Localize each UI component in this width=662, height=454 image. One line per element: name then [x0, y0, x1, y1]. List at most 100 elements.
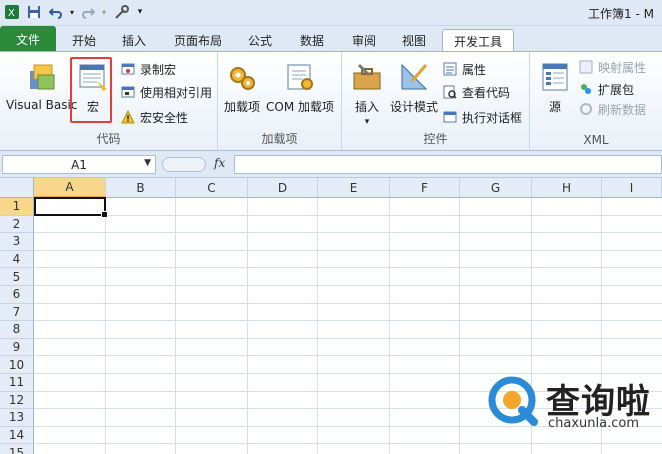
- row-header-14[interactable]: 14: [0, 426, 34, 445]
- macro-highlight-box: [70, 57, 112, 123]
- tab-page-layout[interactable]: 页面布局: [168, 29, 228, 52]
- group-addins: 加载项 COM 加载项 加载项: [218, 52, 342, 150]
- grid-vline: [105, 198, 106, 454]
- group-label-xml: XML: [583, 133, 609, 147]
- ribbon-tabs: 文件 开始 插入 页面布局 公式 数据 审阅 视图 开发工具: [0, 26, 662, 53]
- tab-view[interactable]: 视图: [394, 29, 434, 52]
- grid-hline: [34, 267, 662, 269]
- window-title: 工作簿1 - M: [588, 7, 654, 21]
- visual-basic-icon: [25, 60, 59, 94]
- map-properties-icon: [578, 59, 594, 75]
- selected-cell-a1[interactable]: [34, 197, 108, 218]
- grid-hline: [34, 320, 662, 322]
- undo-dropdown-icon[interactable]: ▾: [64, 4, 80, 20]
- relative-reference-button[interactable]: 使用相对引用: [120, 83, 212, 101]
- row-header-9[interactable]: 9: [0, 338, 34, 357]
- row-header-5[interactable]: 5: [0, 268, 34, 286]
- column-header-h[interactable]: H: [532, 178, 602, 198]
- tab-home[interactable]: 开始: [64, 29, 104, 52]
- row-header-15[interactable]: 15: [0, 444, 34, 454]
- xml-source-icon: [538, 60, 572, 94]
- watermark: 查询啦 chaxunla.com: [486, 370, 662, 442]
- row-header-2[interactable]: 2: [0, 215, 34, 234]
- watermark-logo-icon: [488, 376, 538, 426]
- insert-control-button[interactable]: 插入 ▾: [350, 60, 384, 127]
- name-box-dropdown-icon[interactable]: ▼: [144, 158, 151, 168]
- column-header-f[interactable]: F: [390, 178, 460, 198]
- properties-button[interactable]: 属性: [442, 60, 486, 78]
- row-header-11[interactable]: 11: [0, 374, 34, 392]
- save-icon[interactable]: [26, 4, 42, 20]
- grid-hline: [34, 337, 662, 339]
- view-code-button[interactable]: 查看代码: [442, 83, 510, 101]
- grid-hline: [34, 232, 662, 234]
- tab-insert[interactable]: 插入: [114, 29, 154, 52]
- com-addins-button[interactable]: COM 加载项: [266, 60, 334, 115]
- row-header-12[interactable]: 12: [0, 391, 34, 410]
- grid-vline: [317, 198, 318, 454]
- select-all-corner[interactable]: [0, 178, 34, 198]
- group-label-controls: 控件: [423, 132, 448, 146]
- column-header-c[interactable]: C: [176, 178, 248, 198]
- column-header-a[interactable]: A: [34, 178, 106, 198]
- tab-review[interactable]: 审阅: [344, 29, 384, 52]
- toolbox-icon: [350, 60, 384, 94]
- group-controls: 插入 ▾ 设计模式 属性 查看代码 执行对话框 控件: [342, 52, 530, 150]
- view-code-icon: [442, 84, 458, 100]
- warning-icon: [120, 109, 136, 125]
- insert-function-icon[interactable]: fx: [214, 156, 225, 170]
- tab-formulas[interactable]: 公式: [240, 29, 280, 52]
- grid-hline: [34, 214, 662, 216]
- watermark-url: chaxunla.com: [548, 416, 639, 431]
- row-header-3[interactable]: 3: [0, 233, 34, 251]
- grid-vline: [175, 198, 176, 454]
- run-dialog-icon: [442, 109, 458, 125]
- refresh-data-button[interactable]: 刷新数据: [578, 100, 646, 118]
- row-header-4[interactable]: 4: [0, 250, 34, 269]
- redo-dropdown-icon[interactable]: ▾: [96, 4, 112, 20]
- tab-developer[interactable]: 开发工具: [442, 29, 514, 53]
- formula-input[interactable]: [234, 155, 662, 174]
- row-header-8[interactable]: 8: [0, 321, 34, 339]
- relative-reference-icon: [120, 84, 136, 100]
- row-header-13[interactable]: 13: [0, 409, 34, 427]
- formula-bar-resize-handle[interactable]: [162, 157, 206, 172]
- expansion-packs-button[interactable]: 扩展包: [578, 80, 634, 98]
- redo-icon[interactable]: [80, 4, 96, 20]
- visual-basic-button[interactable]: Visual Basic: [6, 60, 77, 112]
- row-header-7[interactable]: 7: [0, 303, 34, 322]
- svg-text:X: X: [8, 8, 15, 19]
- addins-button[interactable]: 加载项: [224, 60, 260, 115]
- group-label-code: 代码: [96, 132, 121, 146]
- grid-hline: [34, 302, 662, 304]
- tools-icon[interactable]: [114, 4, 130, 20]
- gear-icon: [225, 60, 259, 94]
- customize-qat-icon[interactable]: ▾: [132, 4, 148, 20]
- design-mode-button[interactable]: 设计模式: [390, 60, 438, 115]
- column-header-g[interactable]: G: [460, 178, 532, 198]
- grid-hline: [34, 285, 662, 286]
- grid-hline: [34, 443, 662, 445]
- row-header-6[interactable]: 6: [0, 286, 34, 304]
- macro-security-button[interactable]: 宏安全性: [120, 108, 188, 126]
- tab-file[interactable]: 文件: [0, 26, 56, 52]
- column-header-i[interactable]: I: [602, 178, 662, 198]
- properties-icon: [442, 61, 458, 77]
- group-label-addins: 加载项: [261, 132, 298, 146]
- column-header-b[interactable]: B: [106, 178, 176, 198]
- record-macro-button[interactable]: 录制宏: [120, 60, 176, 78]
- refresh-icon: [578, 101, 594, 117]
- row-header-1[interactable]: 1: [0, 198, 34, 216]
- map-properties-button[interactable]: 映射属性: [578, 58, 646, 76]
- run-dialog-button[interactable]: 执行对话框: [442, 108, 522, 126]
- tab-data[interactable]: 数据: [292, 29, 332, 52]
- column-header-d[interactable]: D: [248, 178, 318, 198]
- undo-icon[interactable]: [48, 4, 64, 20]
- grid-vline: [459, 198, 460, 454]
- name-box[interactable]: A1 ▼: [2, 155, 156, 174]
- row-header-10[interactable]: 10: [0, 356, 34, 374]
- com-addins-icon: [283, 60, 317, 94]
- column-header-e[interactable]: E: [318, 178, 390, 198]
- xml-source-button[interactable]: 源: [538, 60, 572, 115]
- design-mode-icon: [397, 60, 431, 94]
